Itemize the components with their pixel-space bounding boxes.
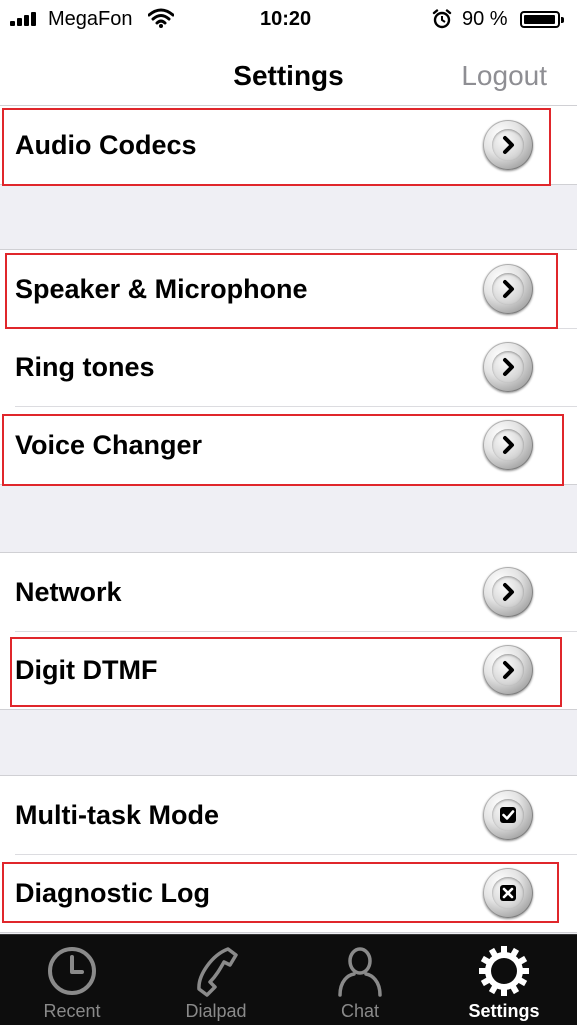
wifi-icon [148,8,174,28]
row-label: Voice Changer [15,430,203,460]
tab-dialpad[interactable]: Dialpad [144,935,288,1025]
gear-icon [479,946,529,996]
settings-row-speaker-microphone[interactable]: Speaker & Microphone [0,250,577,328]
settings-row-multi-task-mode[interactable]: Multi-task Mode [0,776,577,854]
chevron-icon[interactable] [483,645,533,695]
signal-icon [10,12,44,26]
tab-recent[interactable]: Recent [0,935,144,1025]
settings-group-codecs: Audio Codecs [0,105,577,185]
chevron-icon[interactable] [483,120,533,170]
settings-row-audio-codecs[interactable]: Audio Codecs [0,106,577,184]
checkbox-checked-icon[interactable] [483,790,533,840]
settings-group-network: Network Digit DTMF [0,552,577,710]
phone-handset-icon [197,947,238,997]
row-label: Network [15,577,122,607]
tab-chat[interactable]: Chat [288,935,432,1025]
tab-label: Chat [340,1001,380,1021]
person-icon [338,947,382,997]
row-label: Audio Codecs [15,130,197,160]
tab-bar: Recent Dialpad Chat Settings [0,934,577,1025]
chevron-icon[interactable] [483,342,533,392]
settings-row-voice-changer[interactable]: Voice Changer [0,406,577,484]
alarm-icon [432,9,452,29]
tab-label: Dialpad [185,1001,247,1021]
settings-group-advanced: Multi-task Mode Diagnostic Log [0,775,577,933]
clock-time: 10:20 [260,8,312,30]
settings-group-audio: Speaker & Microphone Ring tones Voice Ch… [0,249,577,485]
status-bar: MegaFon 10:20 90 % [0,0,577,40]
chevron-icon[interactable] [483,420,533,470]
tab-label: Recent [43,1001,101,1021]
chevron-icon[interactable] [483,264,533,314]
settings-row-ring-tones[interactable]: Ring tones [0,328,577,406]
row-label: Digit DTMF [15,655,158,685]
clock-icon [48,947,96,995]
navigation-bar: Settings Logout [0,40,577,114]
settings-row-network[interactable]: Network [0,553,577,631]
row-label: Diagnostic Log [15,878,210,908]
row-label: Speaker & Microphone [15,274,308,304]
carrier-name: MegaFon [48,8,133,30]
row-label: Ring tones [15,352,155,382]
tab-settings[interactable]: Settings [432,935,576,1025]
battery-percent: 90 % [462,8,508,30]
settings-row-diagnostic-log[interactable]: Diagnostic Log [0,854,577,932]
checkbox-crossed-icon[interactable] [483,868,533,918]
tab-label: Settings [468,1001,540,1021]
battery-icon [520,11,564,28]
logout-button[interactable]: Logout [461,60,547,92]
chevron-icon[interactable] [483,567,533,617]
settings-row-digit-dtmf[interactable]: Digit DTMF [0,631,577,709]
row-label: Multi-task Mode [15,800,220,830]
